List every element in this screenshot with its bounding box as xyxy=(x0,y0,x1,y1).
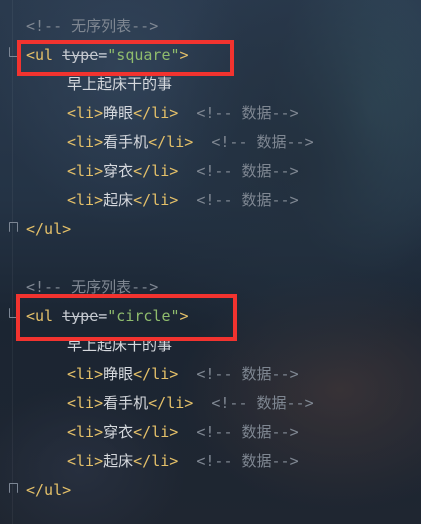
attribute-value: "square" xyxy=(107,46,180,64)
li-line[interactable]: <li>起床</li> <!-- 数据--> xyxy=(0,447,299,476)
li-close-tag: </li> xyxy=(133,162,179,180)
ul-close-tag-line[interactable]: </ul> xyxy=(0,476,71,505)
equals-token: = xyxy=(98,46,108,64)
li-comment: <!-- 数据--> xyxy=(196,452,299,470)
attribute-value: "circle" xyxy=(107,307,180,325)
li-line[interactable]: <li>起床</li> <!-- 数据--> xyxy=(0,186,299,215)
tag-token: > xyxy=(179,46,189,64)
li-comment: <!-- 数据--> xyxy=(211,133,314,151)
ul-open-tag-line[interactable]: <ul type="square"> xyxy=(0,41,189,70)
li-text: 睁眼 xyxy=(103,365,134,383)
li-text: 睁眼 xyxy=(103,104,134,122)
li-line[interactable]: <li>穿衣</li> <!-- 数据--> xyxy=(0,418,299,447)
li-comment: <!-- 数据--> xyxy=(196,104,299,122)
li-text: 穿衣 xyxy=(103,423,134,441)
li-text: 穿衣 xyxy=(103,162,134,180)
li-open-tag: <li> xyxy=(67,104,104,122)
li-open-tag: <li> xyxy=(67,191,104,209)
li-close-tag: </li> xyxy=(133,104,179,122)
li-text: 起床 xyxy=(103,452,134,470)
text-line[interactable]: 早上起床干的事 xyxy=(0,331,172,360)
li-close-tag: </li> xyxy=(133,191,179,209)
li-open-tag: <li> xyxy=(67,162,104,180)
li-open-tag: <li> xyxy=(67,423,104,441)
li-close-tag: </li> xyxy=(133,365,179,383)
tag-token: > xyxy=(179,307,189,325)
li-text: 看手机 xyxy=(103,394,149,412)
li-text: 起床 xyxy=(103,191,134,209)
text-line[interactable]: 早上起床干的事 xyxy=(0,70,172,99)
li-close-tag: </li> xyxy=(148,394,194,412)
li-comment: <!-- 数据--> xyxy=(196,191,299,209)
li-close-tag: </li> xyxy=(148,133,194,151)
code-comment-line[interactable]: <!-- 无序列表--> xyxy=(0,273,158,302)
li-close-tag: </li> xyxy=(133,423,179,441)
li-comment: <!-- 数据--> xyxy=(196,365,299,383)
ul-open-tag-line[interactable]: <ul type="circle"> xyxy=(0,302,189,331)
li-line[interactable]: <li>睁眼</li> <!-- 数据--> xyxy=(0,360,299,389)
li-text: 看手机 xyxy=(103,133,149,151)
li-line[interactable]: <li>看手机</li> <!-- 数据--> xyxy=(0,128,314,157)
ul-close-tag-line[interactable]: </ul> xyxy=(0,215,71,244)
li-line[interactable]: <li>看手机</li> <!-- 数据--> xyxy=(0,389,314,418)
code-comment-line[interactable]: <!-- 无序列表--> xyxy=(0,12,158,41)
li-line[interactable]: <li>穿衣</li> <!-- 数据--> xyxy=(0,157,299,186)
li-comment: <!-- 数据--> xyxy=(196,423,299,441)
tag-token: <ul xyxy=(26,46,54,64)
li-comment: <!-- 数据--> xyxy=(196,162,299,180)
li-comment: <!-- 数据--> xyxy=(211,394,314,412)
li-open-tag: <li> xyxy=(67,394,104,412)
equals-token: = xyxy=(98,307,108,325)
li-open-tag: <li> xyxy=(67,452,104,470)
li-line[interactable]: <li>睁眼</li> <!-- 数据--> xyxy=(0,99,299,128)
li-open-tag: <li> xyxy=(67,365,104,383)
li-close-tag: </li> xyxy=(133,452,179,470)
li-open-tag: <li> xyxy=(67,133,104,151)
attribute-name: type xyxy=(62,307,99,325)
attribute-name: type xyxy=(62,46,99,64)
tag-token: <ul xyxy=(26,307,54,325)
